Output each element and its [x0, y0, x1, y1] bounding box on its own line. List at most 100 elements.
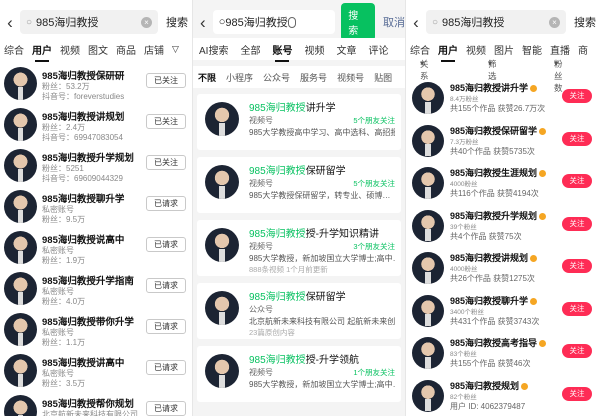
account-card[interactable]: 985海归教授授-升学领航 视频号 1个朋友关注 985大学教授，新加坡国立大学博士;… [197, 346, 401, 402]
filter-relation[interactable]: 关系 ▾ [420, 58, 429, 81]
user-row[interactable]: 985海归教授保研研 粉丝：53.2万 抖音号：foreverstudies 已关注 [0, 64, 192, 104]
tab-general[interactable]: 综合 [0, 42, 28, 57]
user-row[interactable]: 985海归教授生涯规划 4000粉丝 共116个作品 获赞4194次 关注 [406, 163, 600, 203]
follow-button[interactable]: 关注 [562, 216, 592, 231]
user-row[interactable]: 985海归教授升学指南 私密账号 粉丝：4.0万 已请求 [0, 269, 192, 309]
user-row[interactable]: 985海归教授升学规划 39个粉丝 共4个作品 获赞75次 关注 [406, 206, 600, 246]
user-row[interactable]: 985海归教授保研留学 7.3万粉丝 共40个作品 获赞5735次 关注 [406, 121, 600, 161]
avatar[interactable] [412, 167, 444, 199]
avatar[interactable] [412, 337, 444, 369]
account-card[interactable]: 985海归教授保研留学 视频号 5个朋友关注 985大学教授保研留学，转专业、硕博… [197, 157, 401, 213]
avatar[interactable] [205, 102, 239, 136]
tab-articles[interactable]: 文章 [330, 42, 362, 57]
tab-videos[interactable]: 视频 [462, 42, 490, 57]
follow-button[interactable]: 关注 [562, 259, 592, 273]
user-row[interactable]: 985海归教授升学规划 粉丝：5251 抖音号：69609044329 已关注 [0, 146, 192, 186]
back-arrow-icon[interactable]: ‹ [0, 14, 20, 31]
subtab-official-account[interactable]: 公众号 [258, 71, 295, 84]
back-arrow-icon[interactable]: ‹ [406, 14, 426, 31]
back-arrow-icon[interactable]: ‹ [193, 14, 213, 31]
cancel-button[interactable]: 取消 [383, 14, 405, 30]
subtab-any[interactable]: 不限 [193, 71, 221, 84]
avatar[interactable] [4, 354, 37, 387]
subtab-service-account[interactable]: 服务号 [295, 71, 332, 84]
search-button[interactable]: 搜索 [166, 14, 188, 30]
filter-screen[interactable]: 筛选 ▾ [488, 58, 497, 81]
follow-button[interactable]: 关注 [562, 131, 592, 146]
search-input[interactable]: ○ 985海归教授 × [20, 10, 158, 34]
clear-icon[interactable]: × [141, 16, 152, 28]
subtab-photo-posts[interactable]: 贴图 [369, 71, 397, 84]
follow-status-button[interactable]: 已请求 [146, 196, 186, 211]
avatar[interactable] [412, 294, 444, 327]
avatar[interactable] [205, 165, 239, 199]
subtab-channels[interactable]: 视频号 [332, 71, 369, 84]
avatar[interactable] [205, 354, 239, 388]
filter-icon[interactable]: ▽ [168, 44, 183, 55]
tab-general[interactable]: 综合 [406, 42, 434, 57]
search-input[interactable]: ○ 985海归教授 × [426, 10, 566, 34]
search-button[interactable]: 搜索 [574, 14, 596, 30]
account-card[interactable]: 985海归教授保研留学公众号北京航新未来科技有限公司 起航新未来创始人、研究院院… [197, 283, 401, 339]
tab-videos[interactable]: 视频 [298, 42, 330, 57]
avatar[interactable] [4, 108, 37, 141]
avatar[interactable] [4, 190, 37, 223]
user-row[interactable]: 985海归教授讲规划 粉丝：2.4万 抖音号：69947083054 已关注 [0, 105, 192, 145]
follow-status-button[interactable]: 已请求 [146, 278, 186, 293]
microphone-icon[interactable] [287, 16, 296, 28]
avatar[interactable] [412, 82, 444, 114]
follow-status-button[interactable]: 已请求 [146, 319, 186, 334]
avatar[interactable] [412, 379, 444, 412]
tab-more[interactable]: 商 [574, 42, 592, 57]
follow-button[interactable]: 关注 [562, 386, 592, 401]
follow-button[interactable]: 关注 [562, 301, 592, 316]
user-row[interactable]: 985海归教授帮你规划 北京航新未来科技有限公司 已请求 [0, 392, 192, 416]
user-row[interactable]: 985海归教授讲规划 4000粉丝 共26个作品 获赞1275次 关注 [406, 248, 600, 288]
user-row[interactable]: 985海归教授讲升学 8.4万粉丝 共155个作品 获赞26.7万次 关注 [406, 78, 600, 118]
follow-status-button[interactable]: 已请求 [146, 237, 186, 252]
user-row[interactable]: 985海归教授聊升学 私密账号 粉丝：9.5万 已请求 [0, 187, 192, 227]
tab-live[interactable]: 直播 [546, 42, 574, 57]
user-row[interactable]: 985海归教授高考指导 83个粉丝 共155个作品 获赞46次 关注 [406, 333, 600, 373]
tab-images[interactable]: 图片 [490, 42, 518, 57]
follow-button[interactable]: 关注 [562, 344, 592, 358]
follow-status-button[interactable]: 已关注 [146, 114, 186, 129]
follow-status-button[interactable]: 已关注 [146, 155, 186, 170]
avatar[interactable] [4, 272, 37, 305]
tab-ai-search[interactable]: AI搜索 [193, 42, 234, 57]
user-row[interactable]: 985海归教授聊升学 3400个粉丝 共431个作品 获赞3743次 关注 [406, 291, 600, 331]
avatar[interactable] [4, 395, 37, 416]
avatar[interactable] [4, 231, 37, 264]
tab-all[interactable]: 全部 [234, 42, 266, 57]
tab-posts[interactable]: 图文 [84, 42, 112, 57]
tab-users[interactable]: 用户 [434, 42, 462, 62]
avatar[interactable] [4, 67, 37, 100]
follow-button[interactable]: 关注 [562, 89, 592, 103]
tab-users[interactable]: 用户 [28, 42, 56, 62]
follow-status-button[interactable]: 已请求 [146, 360, 186, 375]
tab-videos[interactable]: 视频 [56, 42, 84, 57]
tab-products[interactable]: 商品 [112, 42, 140, 57]
subtab-mini-program[interactable]: 小程序 [221, 71, 258, 84]
avatar[interactable] [412, 252, 444, 284]
search-button[interactable]: 搜索 [341, 3, 375, 41]
clear-icon[interactable]: × [549, 16, 560, 28]
tab-smart[interactable]: 智能 [518, 42, 546, 57]
follow-status-button[interactable]: 已请求 [146, 401, 186, 416]
user-row[interactable]: 985海归教授讲高中 私密账号 粉丝：3.5万 已请求 [0, 351, 192, 391]
avatar[interactable] [205, 291, 239, 325]
avatar[interactable] [4, 313, 37, 346]
account-card[interactable]: 985海归教授讲升学视频号 5个朋友关注 985大学教授高中学习、高中选科、高招报考… [197, 94, 401, 150]
user-row[interactable]: 985海归教授规划 82个粉丝 用户 ID: 4062379487 关注 [406, 376, 600, 416]
tab-comments[interactable]: 评论 [362, 42, 394, 57]
tab-accounts[interactable]: 账号 [266, 42, 298, 62]
tab-shops[interactable]: 店铺 [140, 42, 168, 57]
search-input[interactable]: ○ 985海归教授 [212, 10, 336, 34]
follow-status-button[interactable]: 已关注 [146, 73, 186, 88]
avatar[interactable] [205, 228, 239, 262]
avatar[interactable] [412, 124, 444, 157]
user-row[interactable]: 985海归教授带你升学 私密账号 粉丝：1.1万 已请求 [0, 310, 192, 350]
filter-follower-count[interactable]: 粉丝数 ▾ [554, 58, 563, 93]
avatar[interactable] [412, 209, 444, 242]
follow-button[interactable]: 关注 [562, 174, 592, 188]
